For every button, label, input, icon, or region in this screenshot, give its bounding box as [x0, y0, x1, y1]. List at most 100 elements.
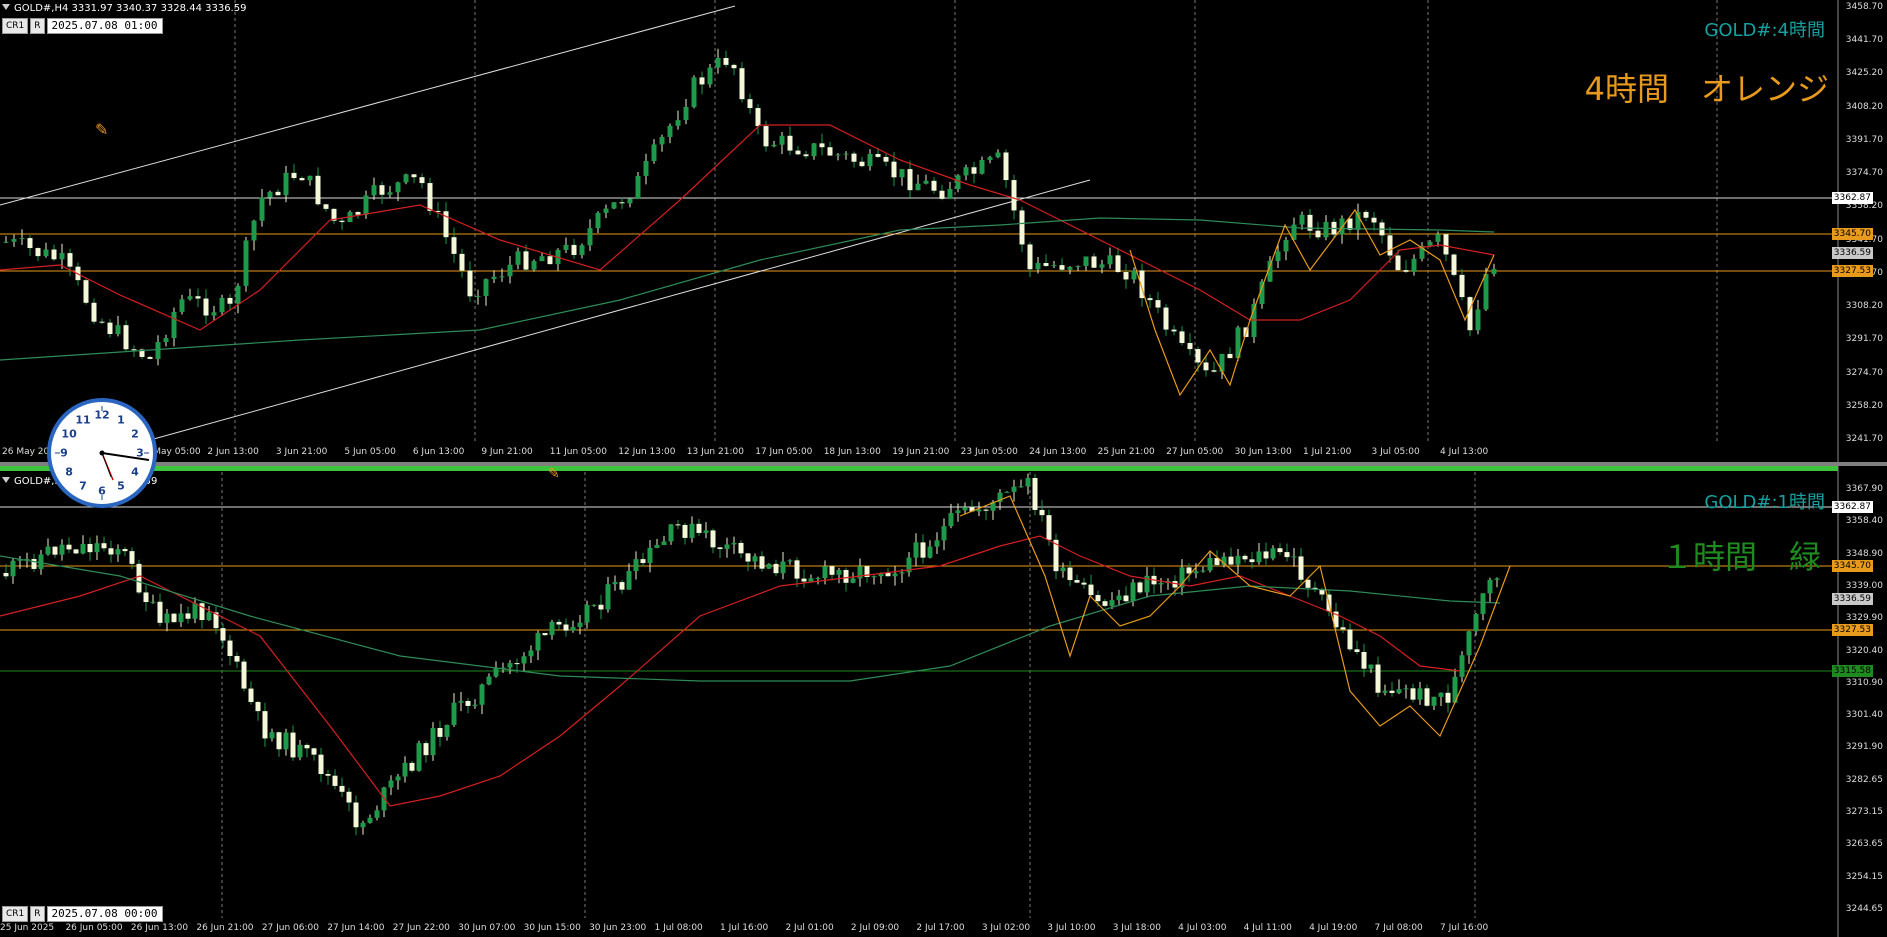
- candle-body: [531, 261, 537, 270]
- candle-body: [829, 566, 835, 575]
- candle-body: [1075, 266, 1081, 268]
- time-tick-label: 5 Jun 05:00: [344, 447, 396, 457]
- candle-body: [255, 702, 261, 712]
- candle-body: [1494, 578, 1500, 580]
- candle-body: [843, 569, 849, 583]
- collapse-triangle-icon[interactable]: [2, 4, 10, 10]
- candle-body: [179, 299, 185, 312]
- candle-body: [570, 626, 576, 631]
- candle-body: [299, 178, 305, 181]
- candle-body: [707, 67, 713, 85]
- clock-number: 7: [79, 479, 87, 493]
- candle-body: [787, 135, 793, 151]
- candle-body: [947, 188, 953, 199]
- channel-upper-line: [0, 5, 736, 206]
- candle-body: [339, 220, 345, 223]
- time-tick-label: 26 Jun 05:00: [65, 923, 123, 933]
- candle-body: [3, 573, 9, 577]
- time-tick-label: 30 Jun 23:00: [589, 923, 647, 933]
- candle-body: [1417, 688, 1423, 700]
- candle-body: [192, 603, 198, 619]
- candle-body: [1431, 696, 1437, 706]
- candle-body: [563, 244, 569, 250]
- candle-body: [1147, 298, 1153, 301]
- candle-body: [171, 311, 177, 339]
- cr1-button[interactable]: CR1: [2, 18, 29, 34]
- price-level-label: 3336.59: [1831, 593, 1873, 605]
- candle-body: [38, 554, 44, 569]
- pencil-icon[interactable]: ✎: [548, 466, 560, 482]
- candle-body: [771, 144, 777, 147]
- r-button[interactable]: R: [30, 18, 45, 34]
- h4-time-axis[interactable]: 26 May 202528 May 21:0030 May 05:002 Jun…: [0, 446, 1887, 460]
- candle-body: [619, 582, 625, 590]
- candle-body: [836, 569, 842, 575]
- candle-body: [577, 622, 583, 627]
- candle-body: [80, 543, 86, 554]
- time-tick-label: 23 Jun 05:00: [960, 447, 1018, 457]
- h4-datetime-box[interactable]: 2025.07.08 01:00: [46, 18, 163, 34]
- candle-body: [1203, 362, 1209, 371]
- candle-body: [747, 99, 753, 109]
- candle-body: [766, 563, 772, 569]
- time-tick-label: 27 Jun 22:00: [392, 923, 450, 933]
- candle-body: [1443, 234, 1449, 255]
- candle-body: [927, 546, 933, 558]
- candle-body: [1382, 690, 1388, 693]
- candle-body: [1109, 600, 1115, 606]
- clock-number: 9: [60, 446, 68, 460]
- h1-chart-pane[interactable]: GOLD#,H1 3335.39 3336.59 CR1 R 2025.07.0…: [0, 466, 1887, 937]
- candle-body: [91, 302, 97, 322]
- candle-body: [325, 774, 331, 776]
- candle-body: [220, 628, 226, 641]
- candle-body: [892, 573, 898, 577]
- candle-body: [787, 560, 793, 562]
- candle-body: [1051, 265, 1057, 267]
- cr1-button[interactable]: CR1: [2, 906, 29, 922]
- candle-body: [995, 152, 1001, 158]
- candle-body: [651, 144, 657, 161]
- clock-number: 10: [61, 427, 77, 441]
- candle-body: [843, 153, 849, 155]
- candle-body: [1323, 221, 1329, 238]
- analog-clock-widget[interactable]: 12 1 2 3 4 5 6 7 8 9 10 11: [47, 398, 157, 508]
- time-tick-label: 26 Jun 21:00: [196, 923, 254, 933]
- candle-body: [715, 58, 721, 68]
- candle-body: [458, 700, 464, 703]
- time-tick-label: 7 Jul 16:00: [1440, 923, 1489, 933]
- candle-body: [675, 120, 681, 126]
- candle-body: [411, 174, 417, 178]
- r-button[interactable]: R: [30, 906, 45, 922]
- candle-body: [83, 280, 89, 303]
- clock-number: 3: [136, 446, 144, 460]
- candle-body: [1438, 692, 1444, 697]
- candle-body: [891, 161, 897, 178]
- candle-body: [108, 548, 114, 555]
- clock-number: 2: [131, 427, 139, 441]
- candle-body: [122, 549, 128, 552]
- candle-body: [1011, 180, 1017, 211]
- candle-body: [699, 77, 705, 85]
- candle-body: [1115, 255, 1121, 273]
- h1-time-axis[interactable]: 25 Jun 2025 26 Jun 05:00 26 Jun 13:00 26 Ju…: [0, 922, 1887, 936]
- candle-body: [913, 542, 919, 558]
- candle-body: [346, 791, 352, 803]
- candle-body: [598, 604, 604, 610]
- h1-chart-canvas[interactable]: [0, 466, 1887, 937]
- candle-body: [1163, 307, 1169, 330]
- candle-body: [808, 578, 814, 582]
- time-tick-label: 1 Jul 21:00: [1303, 447, 1352, 457]
- candle-body: [409, 762, 415, 771]
- pencil-icon[interactable]: ✎: [95, 120, 108, 139]
- candle-body: [234, 656, 240, 662]
- candle-body: [1186, 567, 1192, 574]
- h1-datetime-box[interactable]: 2025.07.08 00:00: [46, 906, 163, 922]
- h4-chart-pane[interactable]: GOLD#,H4 3331.97 3340.37 3328.44 3336.59…: [0, 0, 1887, 462]
- candle-body: [203, 298, 209, 316]
- time-tick-label: 3 Jul 02:00: [981, 923, 1031, 933]
- price-level-label: 3327.53: [1831, 624, 1873, 636]
- time-tick-label: 9 Jun 21:00: [481, 447, 533, 457]
- candle-body: [107, 322, 113, 335]
- price-level-label: 3345.70: [1831, 560, 1873, 572]
- collapse-triangle-icon[interactable]: [2, 477, 10, 483]
